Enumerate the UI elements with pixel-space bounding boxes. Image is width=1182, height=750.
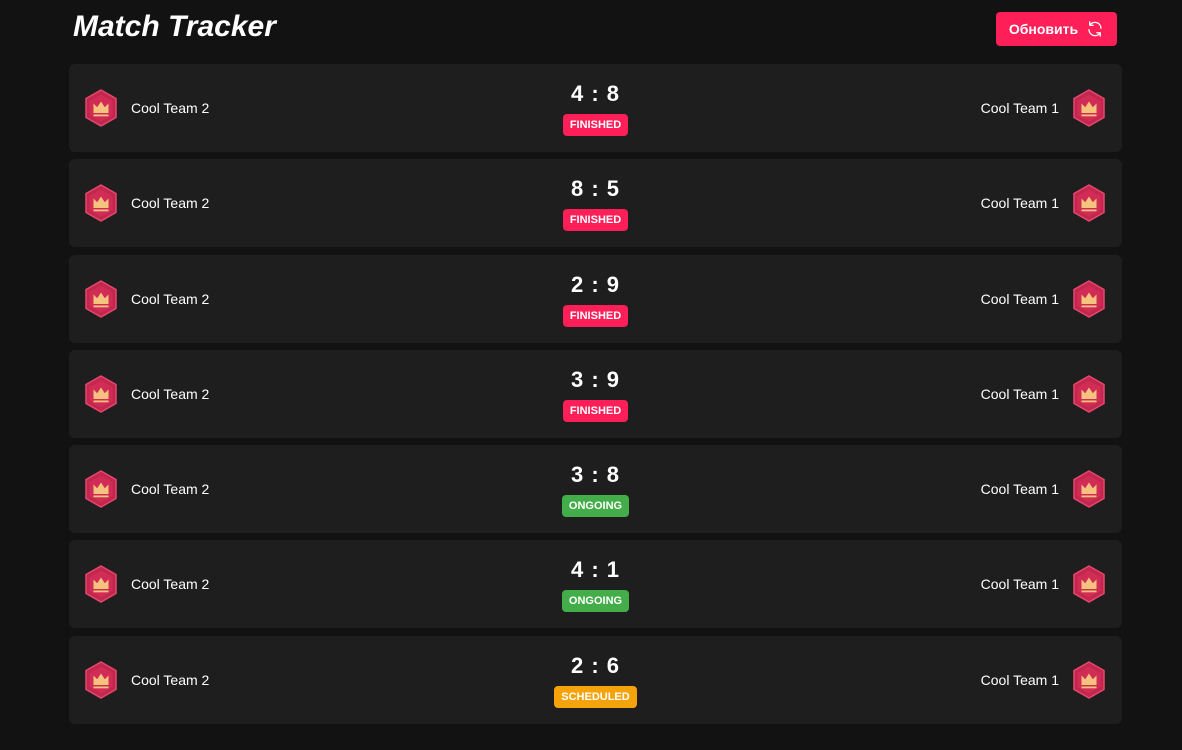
team-crest-icon [85,279,117,318]
status-badge: FINISHED [562,399,629,422]
home-team-name: Cool Team 2 [131,385,210,402]
team-crest-icon [85,89,117,127]
team-crest-icon [1073,565,1105,604]
team-crest-icon [1073,184,1105,223]
score-block: 3 : 9 FINISHED [496,367,696,422]
away-team-name: Cool Team 1 [980,195,1059,212]
away-team: Cool Team 1 [981,636,1106,724]
team-crest-icon [1073,470,1105,509]
match-score: 2 : 6 [570,652,621,678]
match-row[interactable]: Cool Team 2 4 : 8 FINISHED Cool Team 1 [69,64,1122,152]
status-badge: SCHEDULED [554,685,637,708]
score-block: 2 : 9 FINISHED [496,272,696,327]
away-team-name: Cool Team 1 [980,100,1059,116]
status-badge: FINISHED [562,114,629,136]
refresh-icon [1086,20,1104,38]
refresh-button[interactable]: Обновить [996,12,1117,46]
match-list: Cool Team 2 4 : 8 FINISHED Cool Team 1 C… [69,64,1122,731]
home-team-name: Cool Team 2 [131,100,210,116]
status-badge: FINISHED [562,209,629,232]
away-team-name: Cool Team 1 [980,576,1059,593]
team-crest-icon [1073,660,1105,699]
team-crest-icon [85,184,117,223]
away-team: Cool Team 1 [981,64,1106,152]
home-team-name: Cool Team 2 [131,481,210,498]
team-crest-icon [85,660,117,699]
home-team: Cool Team 2 [84,64,209,152]
team-crest-icon [1073,375,1105,413]
score-block: 4 : 1 ONGOING [496,557,696,613]
match-row[interactable]: Cool Team 2 4 : 1 ONGOING Cool Team 1 [69,540,1122,629]
match-score: 3 : 9 [570,366,621,392]
score-block: 4 : 8 FINISHED [496,81,696,136]
away-team: Cool Team 1 [981,255,1106,343]
match-row[interactable]: Cool Team 2 2 : 9 FINISHED Cool Team 1 [69,254,1122,343]
home-team: Cool Team 2 [84,255,209,343]
match-row[interactable]: Cool Team 2 3 : 8 ONGOING Cool Team 1 [69,445,1122,534]
status-badge: ONGOING [561,590,630,613]
team-crest-icon [1073,279,1105,318]
match-score: 4 : 1 [570,557,621,583]
home-team-name: Cool Team 2 [131,290,210,307]
match-score: 4 : 8 [570,81,621,106]
match-score: 8 : 5 [570,176,621,202]
score-block: 3 : 8 ONGOING [496,462,696,518]
team-crest-icon [85,375,117,413]
team-crest-icon [85,470,117,509]
away-team: Cool Team 1 [981,540,1106,628]
header: Match Tracker Обновить [69,0,1122,60]
page-title: Match Tracker [73,10,276,43]
away-team-name: Cool Team 1 [980,290,1059,307]
match-tracker-app: Match Tracker Обновить Cool Team 2 4: 8… [0,0,1182,750]
away-team-name: Cool Team 1 [980,481,1059,498]
status-badge: FINISHED [562,304,629,327]
refresh-button-label: Обновить [1008,21,1079,37]
match-row[interactable]: Cool Team 2 2 : 6 SCHEDULED Cool Team 1 [69,635,1122,724]
score-block: 2 : 6 SCHEDULED [496,653,696,708]
match-row[interactable]: Cool Team 2 8 : 5 FINISHED Cool Team 1 [69,159,1122,248]
home-team: Cool Team 2 [84,540,209,628]
home-team-name: Cool Team 2 [131,671,210,688]
away-team-name: Cool Team 1 [980,671,1059,688]
home-team: Cool Team 2 [84,445,209,533]
home-team: Cool Team 2 [84,350,209,438]
home-team: Cool Team 2 [84,636,209,724]
match-row[interactable]: Cool Team 2 3 : 9 FINISHED Cool Team 1 [69,349,1122,438]
match-score: 2 : 9 [570,271,621,297]
away-team: Cool Team 1 [981,445,1106,533]
team-crest-icon [1073,89,1105,127]
team-crest-icon [85,565,117,604]
status-badge: ONGOING [561,495,630,518]
away-team: Cool Team 1 [981,159,1106,247]
away-team: Cool Team 1 [981,350,1106,438]
home-team-name: Cool Team 2 [131,195,210,212]
home-team-name: Cool Team 2 [131,576,210,593]
score-block: 8 : 5 FINISHED [496,176,696,232]
away-team-name: Cool Team 1 [980,385,1059,402]
match-score: 3 : 8 [570,462,621,488]
home-team: Cool Team 2 [84,159,209,247]
